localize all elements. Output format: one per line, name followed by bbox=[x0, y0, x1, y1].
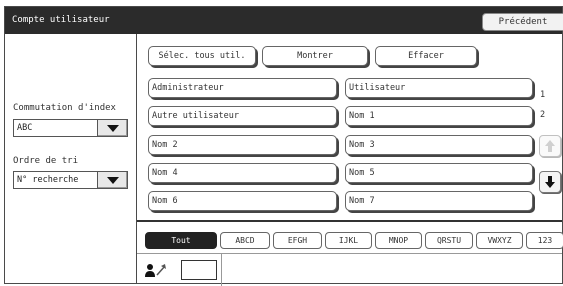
user-button[interactable]: Nom 5 bbox=[345, 163, 533, 183]
user-account-dialog: Compte utilisateur Précédent Commutation… bbox=[4, 6, 563, 286]
total-page-number: 2 bbox=[540, 110, 546, 120]
tab-abcd[interactable]: ABCD bbox=[220, 232, 270, 249]
user-button[interactable]: Nom 2 bbox=[148, 135, 337, 155]
index-switch-value: ABC bbox=[17, 123, 33, 133]
user-button[interactable]: Nom 1 bbox=[345, 106, 533, 126]
user-button[interactable]: Administrateur bbox=[148, 78, 337, 98]
scroll-down-button[interactable] bbox=[539, 171, 561, 193]
user-button[interactable]: Nom 6 bbox=[148, 191, 337, 211]
select-all-users-button[interactable]: Sélec. tous util. bbox=[148, 46, 256, 66]
sort-order-value: N° recherche bbox=[17, 175, 79, 185]
divider bbox=[137, 220, 562, 222]
tab-efgh[interactable]: EFGH bbox=[273, 232, 322, 249]
index-switch-label: Commutation d'index bbox=[13, 103, 116, 113]
clear-button[interactable]: Effacer bbox=[375, 46, 477, 66]
tab-123[interactable]: 123 bbox=[526, 232, 563, 249]
assignment-row bbox=[137, 253, 562, 286]
arrow-up-icon bbox=[545, 140, 555, 152]
current-page-number: 1 bbox=[540, 90, 546, 100]
show-button[interactable]: Montrer bbox=[262, 46, 368, 66]
divider bbox=[221, 254, 222, 286]
scroll-up-button[interactable] bbox=[539, 135, 561, 157]
user-list-area: Sélec. tous util. Montrer Effacer Admini… bbox=[136, 34, 563, 286]
user-button[interactable]: Utilisateur bbox=[345, 78, 533, 98]
tab-qrstu[interactable]: QRSTU bbox=[425, 232, 473, 249]
tab-mnop[interactable]: MNOP bbox=[375, 232, 422, 249]
user-button[interactable]: Nom 3 bbox=[345, 135, 533, 155]
user-button[interactable]: Autre utilisateur bbox=[148, 106, 337, 126]
user-count-box bbox=[181, 260, 217, 280]
arrow-down-icon bbox=[545, 176, 555, 188]
chevron-down-icon[interactable] bbox=[97, 120, 127, 136]
user-button[interactable]: Nom 7 bbox=[345, 191, 533, 211]
tab-ijkl[interactable]: IJKL bbox=[325, 232, 372, 249]
window-title: Compte utilisateur bbox=[12, 15, 110, 25]
index-switch-select[interactable]: ABC bbox=[13, 119, 128, 137]
user-assign-icon bbox=[145, 264, 166, 277]
tab-all[interactable]: Tout bbox=[145, 232, 217, 249]
chevron-down-icon[interactable] bbox=[97, 172, 127, 188]
sort-order-select[interactable]: N° recherche bbox=[13, 171, 128, 189]
sort-order-label: Ordre de tri bbox=[13, 156, 79, 166]
left-panel: Commutation d'index ABC Ordre de tri N° … bbox=[5, 34, 135, 283]
back-button[interactable]: Précédent bbox=[482, 13, 563, 31]
title-bar: Compte utilisateur Précédent bbox=[5, 7, 563, 34]
user-button[interactable]: Nom 4 bbox=[148, 163, 337, 183]
tab-vwxyz[interactable]: VWXYZ bbox=[476, 232, 523, 249]
